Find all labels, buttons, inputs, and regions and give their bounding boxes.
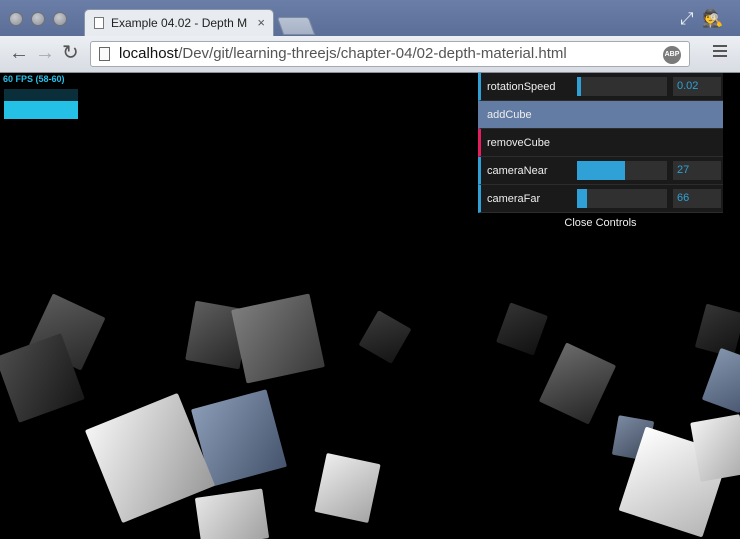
menu-icon[interactable] — [713, 45, 727, 60]
cube — [701, 347, 740, 414]
back-icon[interactable]: ← — [9, 42, 29, 64]
control-rotationspeed[interactable]: rotationSpeed 0.02 — [478, 73, 723, 101]
new-tab-button[interactable] — [276, 17, 316, 35]
address-bar[interactable]: localhost/Dev/git/learning-threejs/chapt… — [90, 41, 690, 67]
incognito-icon: 🕵 — [702, 9, 724, 28]
control-removecube[interactable]: removeCube — [478, 129, 723, 157]
zoom-window-button[interactable] — [53, 12, 67, 26]
cube — [314, 452, 381, 524]
slider-fill — [577, 189, 587, 208]
tab-close-icon[interactable]: × — [257, 15, 265, 30]
tab-title: Example 04.02 - Depth M — [111, 16, 248, 30]
minimize-window-button[interactable] — [31, 12, 45, 26]
cube — [538, 342, 617, 425]
slider-track[interactable] — [577, 189, 667, 208]
control-label: removeCube — [487, 136, 550, 149]
value-input[interactable]: 27 — [673, 161, 721, 180]
reload-icon[interactable]: ↻ — [62, 42, 79, 64]
cube — [358, 310, 412, 364]
control-addcube[interactable]: addCube — [478, 101, 723, 129]
control-label: addCube — [487, 108, 532, 121]
fps-graph — [4, 89, 78, 119]
cube — [496, 302, 548, 356]
slider-track[interactable] — [577, 77, 667, 96]
document-icon — [99, 47, 110, 61]
toolbar: ← → ↻ localhost/Dev/git/learning-threejs… — [0, 36, 740, 72]
title-bar: Example 04.02 - Depth M × ⤢ 🕵 — [0, 0, 740, 36]
value-input[interactable]: 0.02 — [673, 77, 721, 96]
page-icon — [94, 17, 104, 29]
browser-tab[interactable]: Example 04.02 - Depth M × — [84, 9, 274, 36]
control-cameranear[interactable]: cameraNear 27 — [478, 157, 723, 185]
controls-panel: rotationSpeed 0.02 addCube removeCube camera… — [478, 73, 723, 233]
close-controls-button[interactable]: Close Controls — [478, 213, 723, 233]
cube — [194, 488, 270, 539]
fps-stats[interactable]: 60 FPS (58-60) — [3, 74, 78, 119]
url-host: localhost — [119, 45, 179, 62]
webgl-canvas[interactable]: 60 FPS (58-60) rotationSpeed 0.02 addCube r… — [0, 73, 740, 539]
browser-chrome: Example 04.02 - Depth M × ⤢ 🕵 ← → ↻ loca… — [0, 0, 740, 73]
control-camerafar[interactable]: cameraFar 66 — [478, 185, 723, 213]
slider-track[interactable] — [577, 161, 667, 180]
adblock-icon[interactable]: ABP — [663, 46, 681, 64]
fps-text: 60 FPS (58-60) — [3, 74, 65, 84]
control-label: cameraFar — [487, 192, 541, 205]
fullscreen-icon[interactable]: ⤢ — [680, 9, 694, 29]
url-text: localhost/Dev/git/learning-threejs/chapt… — [119, 42, 567, 66]
forward-icon[interactable]: → — [35, 42, 55, 64]
slider-fill — [577, 161, 625, 180]
slider-fill — [577, 77, 581, 96]
url-path: /Dev/git/learning-threejs/chapter-04/02-… — [178, 45, 567, 62]
value-input[interactable]: 66 — [673, 189, 721, 208]
close-window-button[interactable] — [9, 12, 23, 26]
cube — [694, 303, 740, 358]
control-label: rotationSpeed — [487, 80, 556, 93]
fps-graph-bar — [4, 101, 78, 119]
control-label: cameraNear — [487, 164, 548, 177]
cube — [231, 293, 325, 384]
